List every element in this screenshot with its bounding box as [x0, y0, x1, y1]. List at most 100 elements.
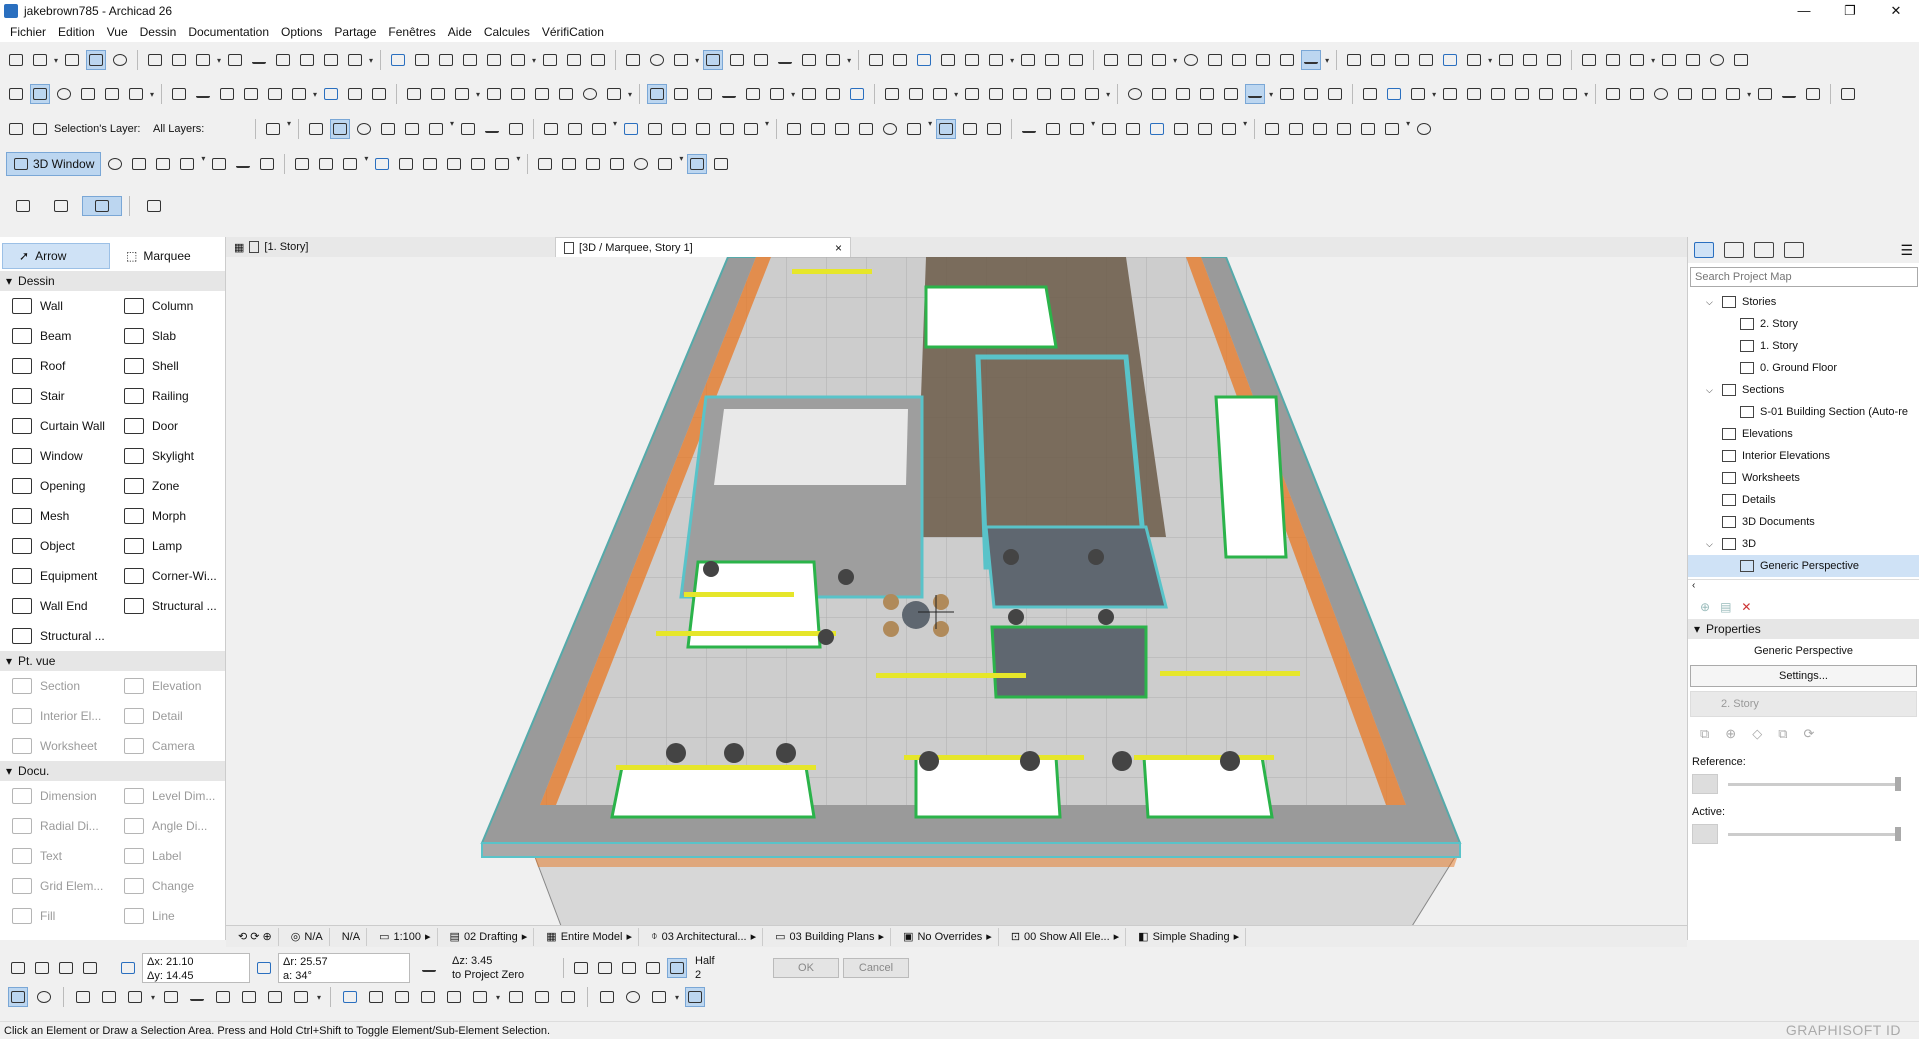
- tool-icon[interactable]: [402, 119, 422, 139]
- tool-icon[interactable]: [711, 154, 731, 174]
- tool-icon[interactable]: [541, 119, 561, 139]
- 3d-viewport[interactable]: ☁ ▾: [226, 257, 1687, 925]
- dropdown-arrow-icon[interactable]: ▾: [54, 56, 58, 65]
- dropdown-arrow-icon[interactable]: ▾: [496, 993, 500, 1002]
- tool-icon[interactable]: [372, 154, 392, 174]
- tree-item[interactable]: Worksheets: [1688, 467, 1919, 489]
- settings-button[interactable]: Settings...: [1690, 665, 1917, 687]
- tool-icon[interactable]: [392, 987, 412, 1007]
- tool-icon[interactable]: [1066, 50, 1086, 70]
- tool-icon[interactable]: [99, 987, 119, 1007]
- tool-icon[interactable]: [1627, 50, 1647, 70]
- dessin-tool-8[interactable]: Curtain Wall: [2, 411, 114, 441]
- tool-icon[interactable]: [460, 50, 480, 70]
- dropdown-arrow-icon[interactable]: ▾: [313, 90, 317, 99]
- zoom-controls[interactable]: ⟲ ⟳ ⊕: [232, 927, 279, 946]
- tool-icon[interactable]: [330, 119, 351, 139]
- tool-icon[interactable]: [1414, 119, 1434, 139]
- tool-icon[interactable]: [263, 119, 283, 139]
- tree-item[interactable]: ⌵ 3D: [1688, 533, 1919, 555]
- section-dessin[interactable]: ▾ Dessin: [0, 271, 225, 291]
- tool-icon[interactable]: [880, 119, 900, 139]
- tool-icon[interactable]: [217, 84, 237, 104]
- tool-icon[interactable]: [468, 154, 488, 174]
- tool-icon[interactable]: [1173, 84, 1193, 104]
- tool-icon[interactable]: [727, 50, 747, 70]
- tool-icon[interactable]: [671, 50, 691, 70]
- tool-icon[interactable]: [962, 50, 982, 70]
- dropdown-arrow-icon[interactable]: ▾: [1243, 119, 1247, 139]
- dropdown-arrow-icon[interactable]: ▾: [317, 993, 321, 1002]
- tool-icon[interactable]: [420, 154, 440, 174]
- dessin-tool-10[interactable]: Window: [2, 441, 114, 471]
- menu-edition[interactable]: Edition: [52, 25, 101, 39]
- tool-icon[interactable]: [1301, 84, 1321, 104]
- tool-icon[interactable]: [823, 50, 843, 70]
- tool-icon[interactable]: [193, 50, 213, 70]
- close-tab-icon[interactable]: ×: [835, 241, 842, 255]
- tool-icon[interactable]: [1496, 50, 1516, 70]
- tool-icon[interactable]: [508, 50, 528, 70]
- tool-icon[interactable]: [866, 50, 886, 70]
- dessin-tool-13[interactable]: Zone: [114, 471, 225, 501]
- tool-icon[interactable]: [767, 84, 787, 104]
- tool-icon[interactable]: [1659, 50, 1679, 70]
- tool-icon[interactable]: [564, 50, 584, 70]
- overrides-field[interactable]: ▣ No Overrides ▸: [897, 927, 999, 946]
- pen-set-field[interactable]: ▤ 02 Drafting ▸: [444, 927, 535, 946]
- tree-item[interactable]: 2. Story: [1688, 313, 1919, 335]
- tool-icon[interactable]: [1229, 50, 1249, 70]
- tool-icon[interactable]: [1440, 50, 1460, 70]
- dropdown-arrow-icon[interactable]: ▾: [287, 119, 291, 139]
- tree-toggle-icon[interactable]: ⌵: [1706, 385, 1716, 396]
- snap-guides-icon[interactable]: [595, 958, 615, 978]
- tool-icon[interactable]: [914, 50, 934, 70]
- tool-icon[interactable]: [938, 50, 958, 70]
- scale-field[interactable]: ▭ 1:100 ▸: [373, 927, 438, 946]
- tool-icon[interactable]: [986, 84, 1006, 104]
- tree-item[interactable]: 0. Ground Floor: [1688, 357, 1919, 379]
- tree-item[interactable]: Details: [1688, 489, 1919, 511]
- tool-icon[interactable]: [936, 119, 957, 139]
- dessin-tool-9[interactable]: Door: [114, 411, 225, 441]
- minimize-button[interactable]: —: [1781, 0, 1827, 22]
- tool-icon[interactable]: [1171, 119, 1191, 139]
- tree-toggle-icon[interactable]: ⌵: [1706, 297, 1716, 308]
- tool-icon[interactable]: [1536, 84, 1556, 104]
- tool-icon[interactable]: [265, 987, 285, 1007]
- suspend-groups-icon[interactable]: [6, 196, 40, 216]
- menu-dessin[interactable]: Dessin: [134, 25, 183, 39]
- z-icon[interactable]: [414, 958, 444, 978]
- arrow-pointer-icon[interactable]: [137, 196, 171, 216]
- tool-icon[interactable]: [187, 987, 207, 1007]
- tool-icon[interactable]: [105, 154, 125, 174]
- dessin-tool-0[interactable]: Wall: [2, 291, 114, 321]
- tool-icon[interactable]: [1253, 50, 1273, 70]
- tool-icon[interactable]: [1219, 119, 1239, 139]
- active-slider[interactable]: [1688, 821, 1919, 847]
- tool-icon[interactable]: [506, 119, 526, 139]
- tool-icon[interactable]: [8, 987, 28, 1007]
- tool-icon[interactable]: [655, 154, 675, 174]
- tool-icon[interactable]: [1277, 50, 1297, 70]
- tool-icon[interactable]: [30, 50, 50, 70]
- tool-icon[interactable]: [73, 987, 93, 1007]
- section-docu[interactable]: ▾ Docu.: [0, 761, 225, 781]
- tool-icon[interactable]: [741, 119, 761, 139]
- tree-item[interactable]: ⌵ Stories: [1688, 291, 1919, 313]
- dropdown-arrow-icon[interactable]: ▾: [791, 90, 795, 99]
- dessin-tool-12[interactable]: Opening: [2, 471, 114, 501]
- tool-icon[interactable]: [340, 154, 360, 174]
- tool-icon[interactable]: [604, 84, 624, 104]
- dropdown-arrow-icon[interactable]: ▾: [1010, 56, 1014, 65]
- cancel-button[interactable]: Cancel: [843, 958, 909, 978]
- tool-icon[interactable]: [631, 154, 651, 174]
- tool-icon[interactable]: [1699, 84, 1719, 104]
- tool-icon[interactable]: [1358, 119, 1378, 139]
- dropdown-arrow-icon[interactable]: ▾: [1488, 56, 1492, 65]
- plans-field[interactable]: ▭ 03 Building Plans ▸: [769, 927, 892, 946]
- tool-icon[interactable]: [559, 154, 579, 174]
- tool-icon[interactable]: [1147, 119, 1167, 139]
- tool-icon[interactable]: [687, 154, 708, 174]
- tool-icon[interactable]: [986, 50, 1006, 70]
